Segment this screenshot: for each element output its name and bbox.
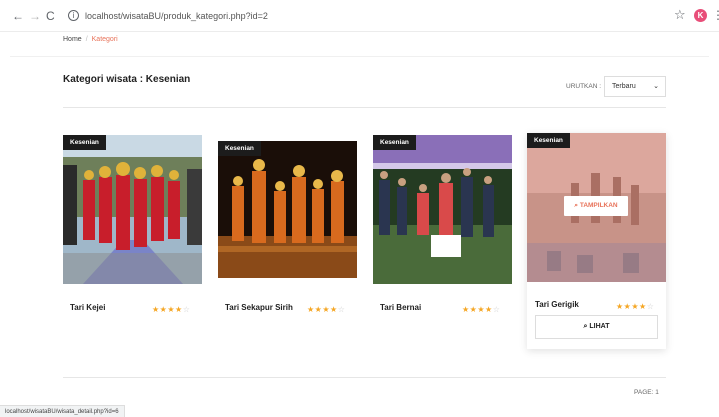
breadcrumb-home-link[interactable]: Home xyxy=(63,36,82,43)
product-title[interactable]: Tari Gerigik xyxy=(535,300,579,309)
star-rating: ★★★★☆ xyxy=(307,305,345,314)
product-card[interactable]: Kesenian Tari Bernai ★★★★☆ xyxy=(373,135,512,325)
divider xyxy=(63,377,666,378)
site-info-icon[interactable]: i xyxy=(68,10,79,21)
reload-icon[interactable]: C xyxy=(46,9,55,23)
star-empty-icon: ☆ xyxy=(182,305,191,314)
product-title[interactable]: Tari Bernai xyxy=(380,303,421,312)
sort-select[interactable]: Terbaru ⌄ xyxy=(604,76,666,97)
product-title[interactable]: Tari Sekapur Sirih xyxy=(225,303,293,312)
star-rating: ★★★★☆ xyxy=(152,305,190,314)
star-filled-icon: ★★★★ xyxy=(462,305,493,314)
product-card[interactable]: ⌕ TAMPILKAN Kesenian Tari Gerigik ★★★★☆ … xyxy=(527,133,666,349)
product-image[interactable]: Kesenian xyxy=(218,141,357,278)
star-filled-icon: ★★★★ xyxy=(616,302,647,311)
chevron-down-icon: ⌄ xyxy=(653,83,659,90)
status-bar: localhost/wisataBU/wisata_detail.php?id=… xyxy=(0,405,125,417)
show-button-label: TAMPILKAN xyxy=(579,202,618,209)
back-arrow-icon[interactable]: ← xyxy=(12,9,24,23)
breadcrumb-separator: / xyxy=(85,36,88,43)
star-filled-icon: ★★★★ xyxy=(307,305,338,314)
sort-select-value: Terbaru xyxy=(612,83,636,90)
divider xyxy=(10,56,709,57)
view-button-label: LIHAT xyxy=(589,323,610,330)
address-bar[interactable]: localhost/wisataBU/produk_kategori.php?i… xyxy=(85,9,268,23)
product-image[interactable]: Kesenian xyxy=(63,135,202,284)
bookmark-star-icon[interactable]: ☆ xyxy=(674,7,686,23)
more-menu-icon[interactable]: ⋮ xyxy=(712,8,719,22)
forward-arrow-icon[interactable]: → xyxy=(29,9,41,23)
divider xyxy=(63,107,666,108)
star-filled-icon: ★★★★ xyxy=(152,305,183,314)
star-rating: ★★★★☆ xyxy=(462,305,500,314)
search-icon: ⌕ xyxy=(583,323,588,330)
category-badge: Kesenian xyxy=(218,141,261,156)
star-empty-icon: ☆ xyxy=(337,305,346,314)
product-image[interactable]: ⌕ TAMPILKAN Kesenian xyxy=(527,133,666,282)
profile-avatar[interactable]: K xyxy=(694,9,707,22)
breadcrumb-current: Kategori xyxy=(91,36,118,43)
browser-toolbar: ← → C i localhost/wisataBU/produk_katego… xyxy=(0,0,719,32)
star-empty-icon: ☆ xyxy=(492,305,501,314)
sort-label: URUTKAN : xyxy=(566,83,602,90)
show-button[interactable]: ⌕ TAMPILKAN xyxy=(564,196,628,216)
breadcrumb: Home / Kategori xyxy=(63,36,118,43)
star-empty-icon: ☆ xyxy=(646,302,655,311)
search-icon: ⌕ xyxy=(574,202,579,209)
category-badge: Kesenian xyxy=(63,135,106,150)
product-card[interactable]: Kesenian Tari Sekapur Sirih ★★★★☆ xyxy=(218,135,357,325)
category-badge: Kesenian xyxy=(373,135,416,150)
product-image[interactable]: Kesenian xyxy=(373,135,512,284)
view-button[interactable]: ⌕ LIHAT xyxy=(535,315,658,339)
page-title: Kategori wisata : Kesenian xyxy=(63,74,191,85)
pagination-label: PAGE: 1 xyxy=(634,389,659,396)
category-badge: Kesenian xyxy=(527,133,570,148)
product-card[interactable]: Kesenian Tari Kejei ★★★★☆ xyxy=(63,135,202,325)
star-rating: ★★★★☆ xyxy=(616,302,654,311)
product-title[interactable]: Tari Kejei xyxy=(70,303,105,312)
